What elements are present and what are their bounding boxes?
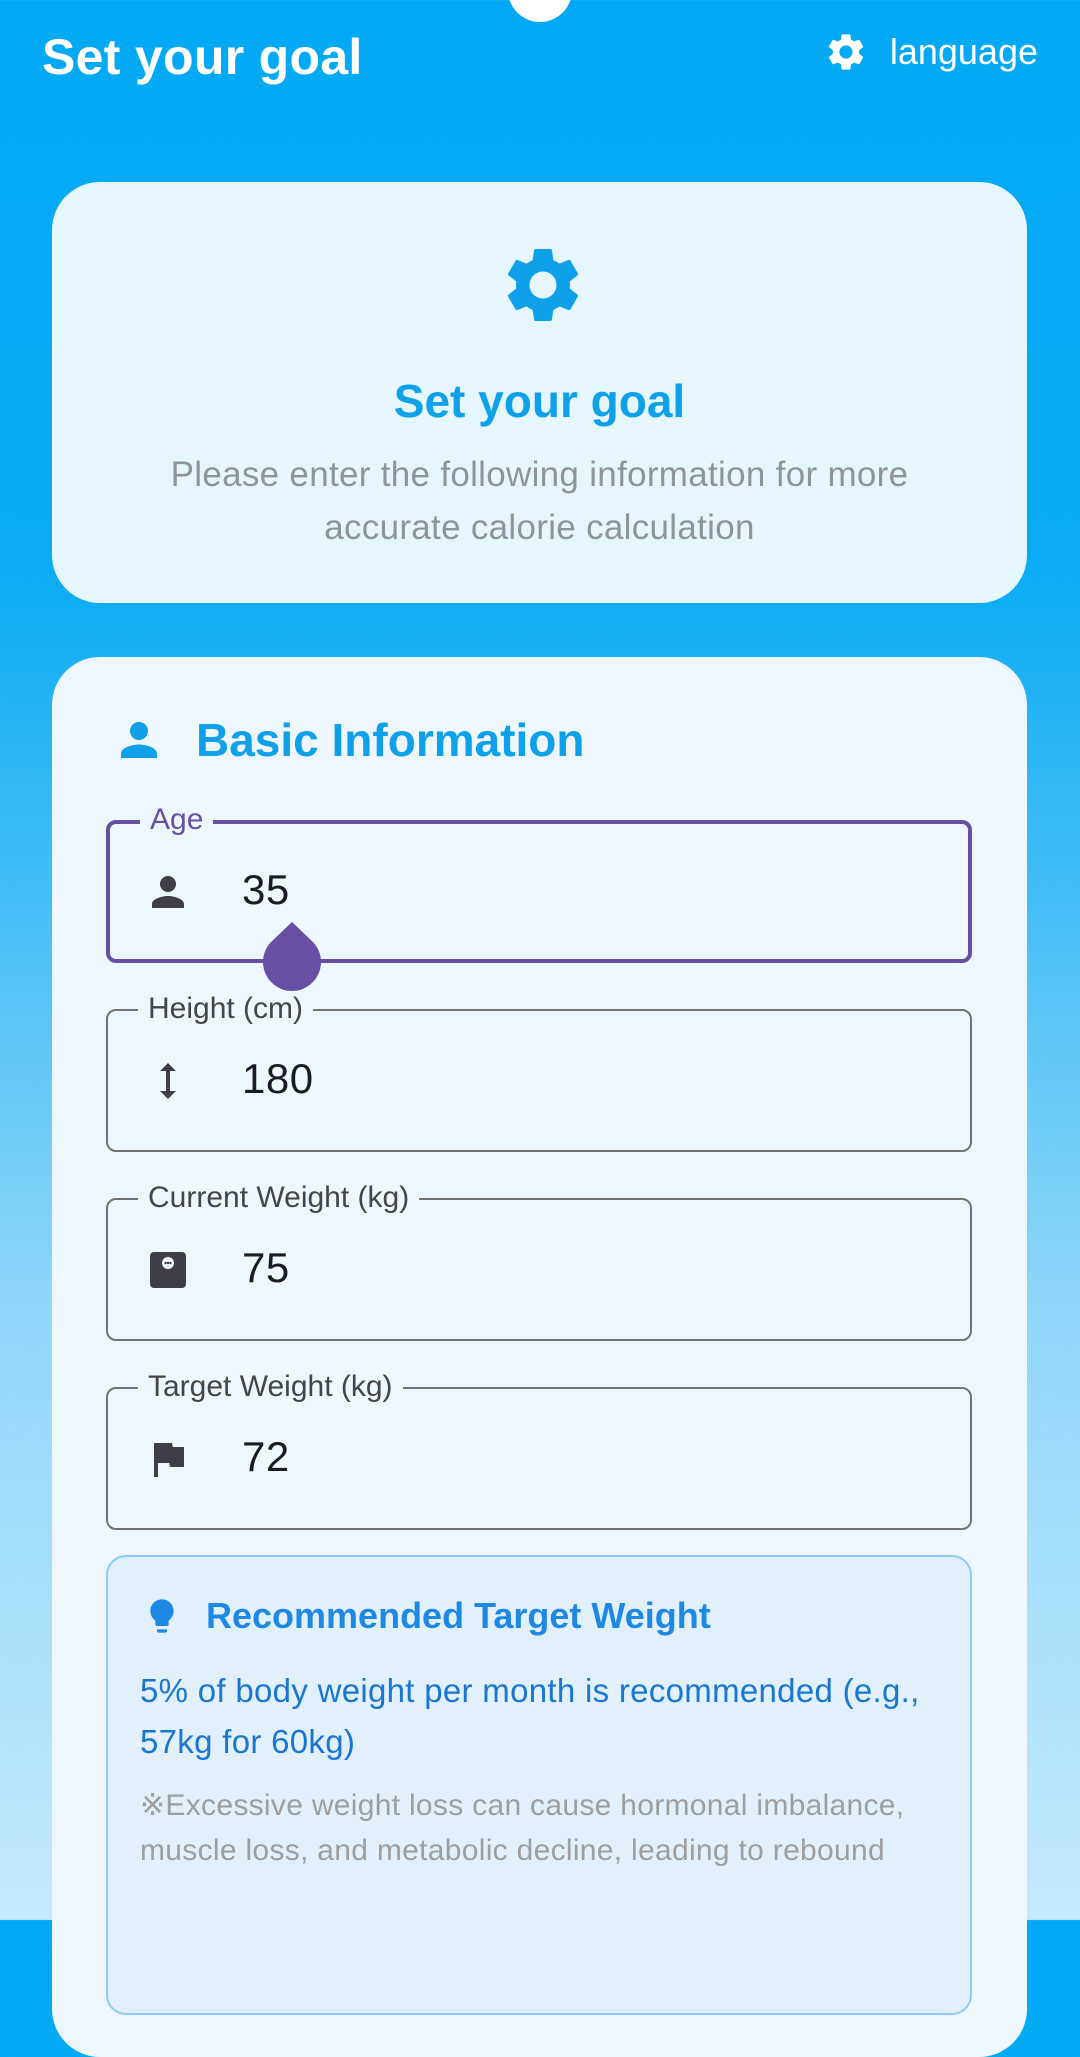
target-weight-field-label: Target Weight (kg) bbox=[138, 1369, 403, 1405]
height-field[interactable]: Height (cm) 180 bbox=[106, 991, 972, 1152]
language-label: language bbox=[889, 31, 1038, 72]
height-input[interactable]: 180 bbox=[242, 1055, 314, 1103]
lightbulb-icon bbox=[150, 1599, 174, 1633]
text-selection-handle[interactable] bbox=[263, 922, 321, 992]
page-title: Set your goal bbox=[42, 29, 363, 85]
header-card-title: Set your goal bbox=[393, 375, 686, 427]
gear-icon bbox=[828, 34, 863, 70]
recommendation-warning: ※Excessive weight loss can cause hormona… bbox=[140, 1789, 905, 1867]
section-header: Basic Information bbox=[112, 713, 585, 767]
target-weight-field[interactable]: Target Weight (kg) 72 bbox=[106, 1369, 972, 1530]
language-button[interactable]: language bbox=[824, 30, 1038, 74]
goal-header-card: Set your goal Please enter the following… bbox=[52, 182, 1027, 603]
section-title: Basic Information bbox=[196, 714, 585, 766]
scale-icon bbox=[150, 1252, 186, 1288]
person-icon bbox=[121, 722, 157, 758]
height-arrow-icon bbox=[160, 1063, 176, 1099]
basic-info-card: Basic Information Age 35 Height (cm) 180… bbox=[52, 657, 1027, 2057]
current-weight-field-label: Current Weight (kg) bbox=[138, 1180, 420, 1216]
current-weight-input[interactable]: 75 bbox=[242, 1244, 290, 1292]
age-field-label: Age bbox=[140, 802, 214, 838]
recommendation-box: Recommended Target Weight 5% of body wei… bbox=[106, 1555, 972, 2015]
app-bar: Set your goal language bbox=[0, 0, 1080, 115]
recommendation-text: 5% of body weight per month is recommend… bbox=[140, 1672, 920, 1760]
height-field-label: Height (cm) bbox=[138, 991, 314, 1027]
recommendation-title: Recommended Target Weight bbox=[206, 1595, 711, 1636]
age-field[interactable]: Age 35 bbox=[106, 802, 972, 963]
person-icon bbox=[152, 876, 184, 908]
age-input[interactable]: 35 bbox=[242, 866, 290, 914]
current-weight-field[interactable]: Current Weight (kg) 75 bbox=[106, 1180, 972, 1341]
target-weight-input[interactable]: 72 bbox=[242, 1433, 290, 1481]
recommendation-header: Recommended Target Weight bbox=[142, 1595, 711, 1637]
header-card-subtitle: Please enter the following information f… bbox=[170, 455, 909, 547]
flag-icon bbox=[154, 1443, 184, 1477]
gear-icon bbox=[507, 248, 579, 321]
